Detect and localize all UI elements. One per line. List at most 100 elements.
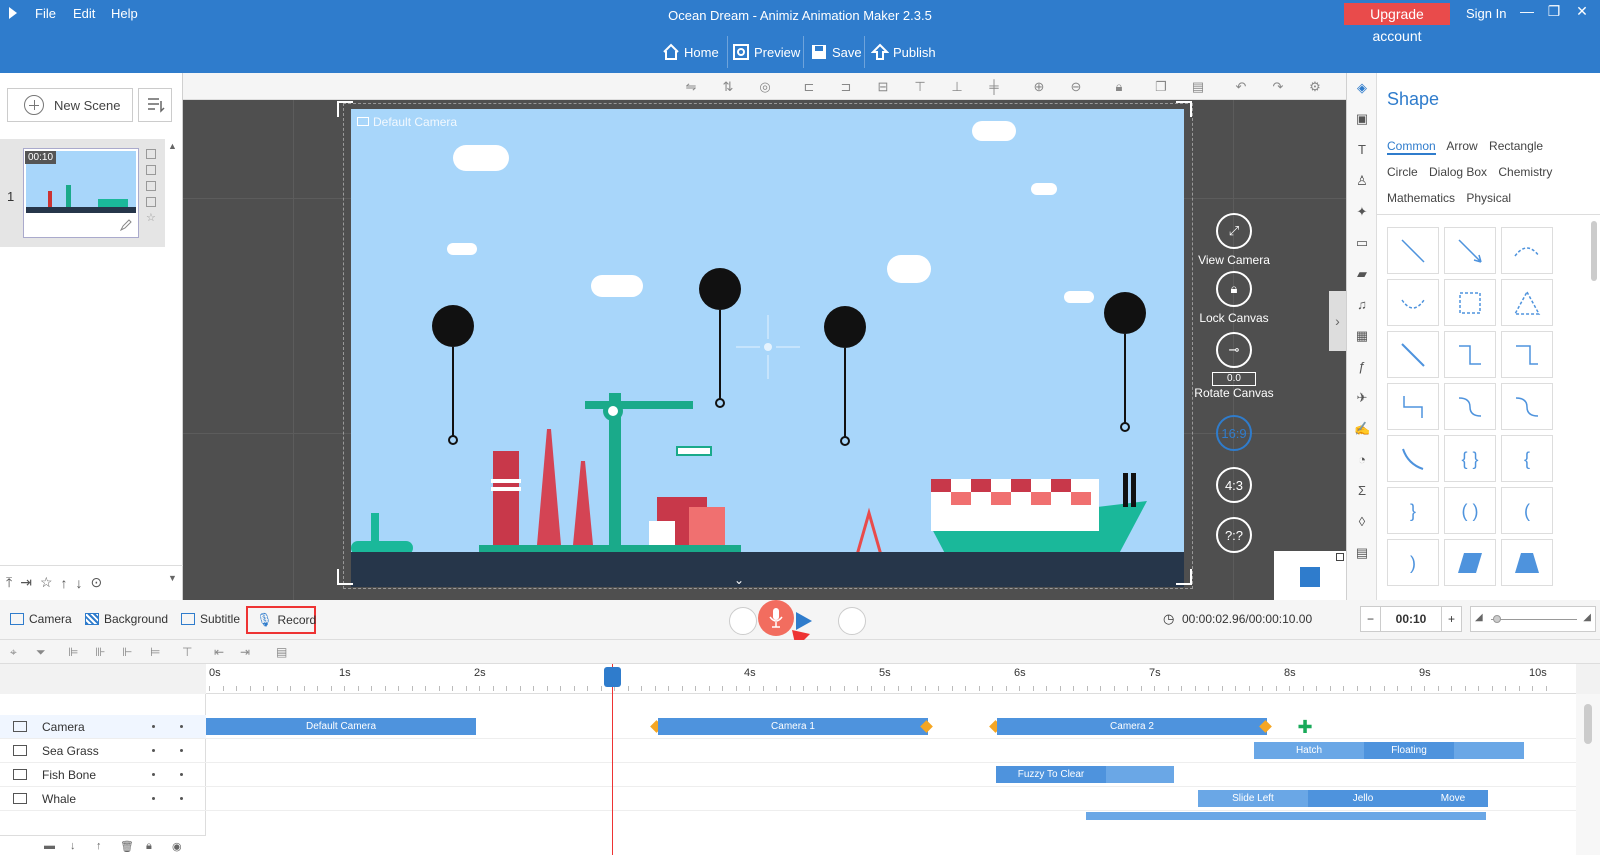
elbow-connector-shape[interactable] — [1444, 331, 1496, 378]
timeline-ruler[interactable]: 0s 1s 2s 3s 4s 5s 6s 7s 8s 9s 10s — [206, 664, 1576, 694]
clip-jello[interactable]: Jello — [1308, 790, 1418, 807]
lock-dot[interactable] — [180, 797, 183, 800]
group-icon[interactable]: ◎ — [757, 79, 773, 95]
tab-mathematics[interactable]: Mathematics — [1387, 191, 1455, 205]
drop-category-icon[interactable]: ◊ — [1354, 514, 1370, 530]
canvas-area[interactable]: ⇋ ⇅ ◎ ⊏ ⊐ ⊟ ⊤ ⊥ ╪ ⊕ ⊖ 🔒︎ ❐ ▤ ↶ ↷ ⚙ Defau… — [183, 73, 1346, 600]
tab-arrow[interactable]: Arrow — [1446, 139, 1477, 153]
clip-move[interactable]: Move — [1418, 790, 1488, 807]
distribute-icon[interactable]: ⊨ — [150, 645, 160, 659]
filter-icon[interactable]: ⏷ — [36, 645, 46, 660]
text-category-icon[interactable]: T — [1354, 142, 1370, 158]
close-icon[interactable]: ✕ — [1572, 3, 1592, 20]
import-icon[interactable]: ⤒ — [6, 574, 12, 591]
subtitle-tool[interactable]: Subtitle — [181, 612, 240, 626]
clip-default-camera[interactable]: Default Camera — [206, 718, 476, 735]
shape-category-icon[interactable]: ◈ — [1354, 80, 1370, 96]
save-button[interactable]: Save — [804, 38, 868, 66]
sigma-category-icon[interactable]: Σ — [1354, 483, 1370, 499]
align-left-icon[interactable]: ⊫ — [68, 645, 78, 659]
align-center-icon[interactable]: ⊪ — [95, 645, 105, 659]
trapezoid-shape[interactable] — [1501, 539, 1553, 586]
tab-chemistry[interactable]: Chemistry — [1498, 165, 1552, 179]
move-down-icon[interactable]: ↓ — [76, 575, 83, 591]
screenshot-button[interactable] — [729, 607, 757, 635]
view-camera-control[interactable]: ⤢ View Camera — [1189, 213, 1279, 267]
chart-category-icon[interactable]: ◔ — [1354, 452, 1370, 468]
add-camera-icon[interactable]: ✚ — [1296, 718, 1314, 736]
export-icon[interactable]: ⇥ — [20, 574, 32, 591]
formula-category-icon[interactable]: ƒ — [1354, 359, 1370, 375]
restore-icon[interactable]: ❐ — [1544, 3, 1564, 20]
menu-file[interactable]: File — [35, 6, 56, 21]
delete-icon[interactable]: 🗑︎ — [120, 840, 134, 853]
brackets-shape[interactable]: ( ) — [1444, 487, 1496, 534]
ratio-4-3-button[interactable]: 4:3 — [1189, 467, 1279, 507]
record-button[interactable] — [758, 600, 794, 636]
new-scene-button[interactable]: New Scene — [7, 88, 133, 122]
tab-circle[interactable]: Circle — [1387, 165, 1418, 179]
lock-dot[interactable] — [180, 749, 183, 752]
align-middle-icon[interactable]: ╪ — [986, 79, 1002, 95]
left-bracket-shape[interactable]: ( — [1501, 487, 1553, 534]
image-category-icon[interactable]: ▣ — [1354, 111, 1370, 127]
upgrade-account-button[interactable]: Upgrade account — [1344, 3, 1450, 44]
tab-rectangle[interactable]: Rectangle — [1489, 139, 1543, 153]
parallelogram-shape[interactable] — [1444, 539, 1496, 586]
layer-row[interactable]: Whale — [0, 787, 206, 811]
favorite-scene-icon[interactable]: ☆ — [146, 213, 156, 224]
visibility-dot[interactable] — [152, 773, 155, 776]
rotate-canvas-control[interactable]: ⊸ 0.0 Rotate Canvas — [1189, 332, 1279, 400]
lock-icon[interactable]: 🔒︎ — [1111, 79, 1127, 95]
eye-icon[interactable]: ◉ — [172, 840, 182, 853]
visibility-dot[interactable] — [152, 725, 155, 728]
track-partial[interactable] — [206, 811, 1576, 835]
align-bottom-icon[interactable]: ⊥ — [949, 79, 965, 95]
delete-scene-icon[interactable] — [146, 165, 156, 175]
align-right-icon[interactable]: ⊩ — [122, 645, 132, 659]
zoom-in-icon[interactable]: ⊕ — [1031, 79, 1047, 95]
move-up-icon[interactable]: ↑ — [61, 575, 68, 591]
transition-icon[interactable] — [146, 197, 156, 207]
zoom-in-icon[interactable]: ◢ — [1583, 612, 1591, 623]
role-category-icon[interactable]: ♙ — [1354, 173, 1370, 189]
scroll-thumb[interactable] — [1591, 221, 1597, 281]
timeline-tracks[interactable]: Default Camera Camera 1 Camera 2 ✚ Hatch… — [206, 694, 1576, 855]
slider-thumb[interactable] — [1493, 615, 1501, 623]
arrow-line-shape[interactable] — [1444, 227, 1496, 274]
menu-help[interactable]: Help — [111, 6, 138, 21]
clip-partial[interactable] — [1086, 812, 1486, 820]
curly-braces-shape[interactable]: { } — [1444, 435, 1496, 482]
scene-thumbnail[interactable]: 00:10 — [23, 148, 139, 238]
track-camera[interactable]: Default Camera Camera 1 Camera 2 ✚ — [206, 715, 1576, 739]
line-shape[interactable] — [1387, 227, 1439, 274]
edit-icon[interactable] — [119, 219, 132, 232]
bubble-category-icon[interactable]: ▭ — [1354, 235, 1370, 251]
clip-fuzzy-to-clear[interactable]: Fuzzy To Clear — [996, 766, 1106, 783]
flip-horizontal-icon[interactable]: ⇋ — [683, 79, 699, 95]
preview-button[interactable]: Preview — [726, 38, 806, 66]
shape-scrollbar[interactable] — [1591, 221, 1599, 601]
ratio-16-9-button[interactable]: 16:9 — [1189, 415, 1279, 455]
minimap[interactable] — [1274, 551, 1346, 600]
sign-in-link[interactable]: Sign In — [1466, 6, 1506, 21]
frame-corner[interactable] — [1176, 101, 1192, 117]
scene-list-icon[interactable] — [138, 88, 172, 122]
elbow-arrow-shape[interactable] — [1501, 331, 1553, 378]
zoom-out-icon[interactable]: ⊖ — [1068, 79, 1084, 95]
curved-double-shape[interactable] — [1387, 435, 1439, 482]
track-fish-bone[interactable]: Fuzzy To Clear — [206, 763, 1576, 787]
minimap-close-icon[interactable] — [1336, 553, 1344, 561]
frame-corner[interactable] — [1176, 569, 1192, 585]
duration-input[interactable]: 00:10 — [1381, 607, 1441, 631]
copy-scene-icon[interactable] — [146, 149, 156, 159]
collapse-panel-handle[interactable]: › — [1329, 291, 1346, 351]
playhead[interactable] — [612, 664, 613, 855]
playhead-handle[interactable] — [604, 667, 621, 687]
double-arrow-shape[interactable] — [1387, 331, 1439, 378]
undo-icon[interactable]: ↶ — [1233, 79, 1249, 95]
clip-floating[interactable]: Floating — [1364, 742, 1454, 759]
harbor-scene[interactable] — [351, 109, 1184, 587]
ratio-custom-button[interactable]: ?:? — [1189, 517, 1279, 557]
clip-camera-1[interactable]: Camera 1 — [658, 718, 928, 735]
